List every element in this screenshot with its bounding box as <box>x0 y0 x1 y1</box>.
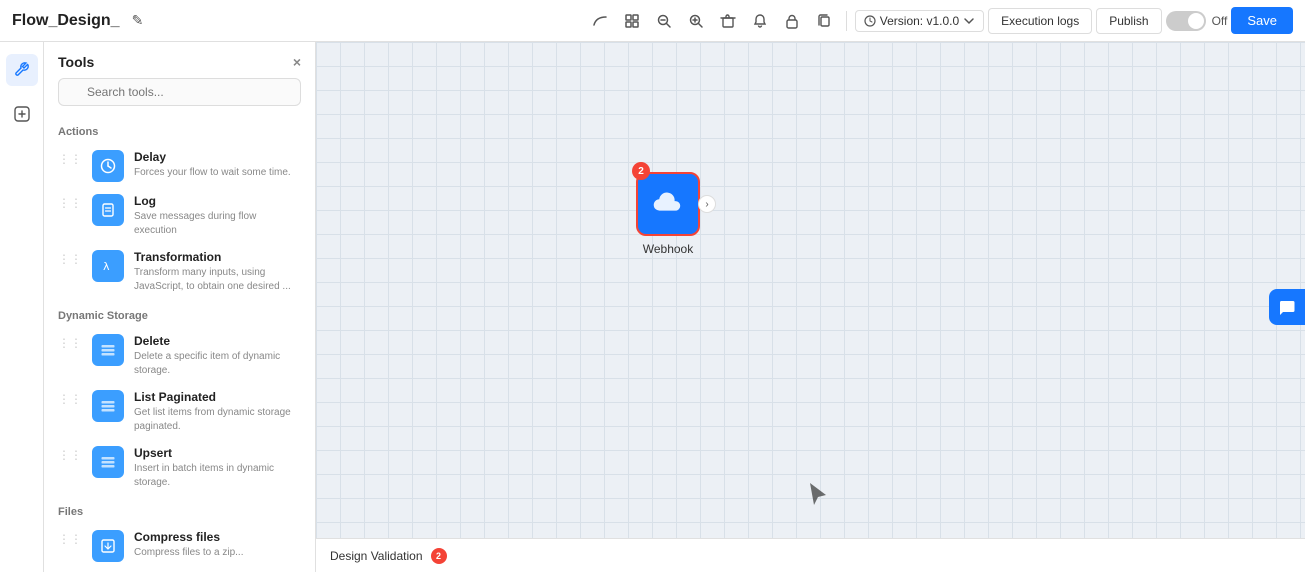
log-desc: Save messages during flow execution <box>134 210 301 238</box>
compress-files-info: Compress files Compress files to a zip..… <box>134 530 301 560</box>
page-title: Flow_Design_ <box>12 12 120 30</box>
toggle-container: Off <box>1166 11 1228 31</box>
list-item[interactable]: ⋮⋮ λ Transformation Transform many input… <box>44 244 315 300</box>
drag-handle-icon: ⋮⋮ <box>58 532 82 546</box>
compress-files-name: Compress files <box>134 530 301 544</box>
search-wrapper <box>58 78 301 106</box>
delete-button[interactable] <box>714 9 742 33</box>
webhook-error-badge: 2 <box>632 162 650 180</box>
tools-close-button[interactable]: × <box>293 54 301 70</box>
main-layout: Tools × Actions ⋮⋮ Delay Forces yo <box>0 42 1305 572</box>
webhook-cloud-icon <box>652 188 684 220</box>
drag-handle-icon: ⋮⋮ <box>58 336 82 350</box>
delay-icon <box>92 150 124 182</box>
upsert-name: Upsert <box>134 446 301 460</box>
bottom-bar: Design Validation 2 <box>316 538 1305 572</box>
webhook-card[interactable]: › <box>636 172 700 236</box>
list-paginated-info: List Paginated Get list items from dynam… <box>134 390 301 434</box>
flow-toggle[interactable] <box>1166 11 1206 31</box>
actions-section-title: Actions <box>44 116 315 144</box>
transformation-desc: Transform many inputs, using JavaScript,… <box>134 266 301 294</box>
list-item[interactable]: ⋮⋮ Log Save messages during flow executi… <box>44 188 315 244</box>
toggle-label: Off <box>1212 14 1228 28</box>
delete-info: Delete Delete a specific item of dynamic… <box>134 334 301 378</box>
tools-title: Tools <box>58 54 94 70</box>
version-selector[interactable]: Version: v1.0.0 <box>855 10 984 32</box>
list-item[interactable]: ⋮⋮ Compress files Compress files to a zi… <box>44 524 315 568</box>
transformation-info: Transformation Transform many inputs, us… <box>134 250 301 294</box>
curve-tool-button[interactable] <box>586 9 614 33</box>
list-item[interactable]: ⋮⋮ Upsert Insert in batch items in dynam… <box>44 440 315 496</box>
grid-tool-button[interactable] <box>618 9 646 33</box>
search-input[interactable] <box>58 78 301 106</box>
delay-desc: Forces your flow to wait some time. <box>134 166 301 180</box>
webhook-label: Webhook <box>643 242 693 256</box>
drag-handle-icon: ⋮⋮ <box>58 252 82 266</box>
upsert-icon <box>92 446 124 478</box>
svg-text:λ: λ <box>103 260 110 273</box>
version-label: Version: v1.0.0 <box>880 14 959 28</box>
delay-info: Delay Forces your flow to wait some time… <box>134 150 301 180</box>
add-sidebar-button[interactable] <box>6 98 38 130</box>
log-info: Log Save messages during flow execution <box>134 194 301 238</box>
list-paginated-icon <box>92 390 124 422</box>
zoom-out-button[interactable] <box>650 9 678 33</box>
tools-sidebar-button[interactable] <box>6 54 38 86</box>
toolbar: Version: v1.0.0 Execution logs Publish O… <box>586 7 1293 34</box>
drag-handle-icon: ⋮⋮ <box>58 196 82 210</box>
publish-button[interactable]: Publish <box>1096 8 1161 34</box>
canvas-area[interactable]: 2 › Webhook Design Validation 2 <box>316 42 1305 572</box>
design-validation-label: Design Validation <box>330 549 423 563</box>
files-section-title: Files <box>44 496 315 524</box>
left-sidebar <box>0 42 44 572</box>
drag-handle-icon: ⋮⋮ <box>58 152 82 166</box>
delete-desc: Delete a specific item of dynamic storag… <box>134 350 301 378</box>
list-item[interactable]: ⋮⋮ List Paginated Get list items from dy… <box>44 384 315 440</box>
bell-button[interactable] <box>746 9 774 33</box>
cursor-indicator <box>806 481 830 512</box>
upsert-desc: Insert in batch items in dynamic storage… <box>134 462 301 490</box>
compress-files-icon <box>92 530 124 562</box>
edit-title-icon[interactable]: ✎ <box>132 12 144 29</box>
tools-search-area <box>44 78 315 116</box>
list-paginated-desc: Get list items from dynamic storage pagi… <box>134 406 301 434</box>
save-button[interactable]: Save <box>1231 7 1293 34</box>
transformation-icon: λ <box>92 250 124 282</box>
dynamic-storage-section-title: Dynamic Storage <box>44 300 315 328</box>
zoom-in-button[interactable] <box>682 9 710 33</box>
list-item[interactable]: ⋮⋮ Delay Forces your flow to wait some t… <box>44 144 315 188</box>
log-icon <box>92 194 124 226</box>
lock-button[interactable] <box>778 9 806 33</box>
webhook-node[interactable]: 2 › Webhook <box>636 172 700 256</box>
tools-header: Tools × <box>44 42 315 78</box>
compress-files-desc: Compress files to a zip... <box>134 546 301 560</box>
webhook-arrow-button[interactable]: › <box>698 195 716 213</box>
drag-handle-icon: ⋮⋮ <box>58 448 82 462</box>
list-item[interactable]: ⋮⋮ Delete Delete a specific item of dyna… <box>44 328 315 384</box>
delete-name: Delete <box>134 334 301 348</box>
upsert-info: Upsert Insert in batch items in dynamic … <box>134 446 301 490</box>
copy-button[interactable] <box>810 9 838 33</box>
log-name: Log <box>134 194 301 208</box>
drag-handle-icon: ⋮⋮ <box>58 392 82 406</box>
delay-name: Delay <box>134 150 301 164</box>
execution-logs-button[interactable]: Execution logs <box>988 8 1092 34</box>
tools-content: Actions ⋮⋮ Delay Forces your flow to wai… <box>44 116 315 572</box>
chat-button[interactable] <box>1269 289 1305 325</box>
validation-error-badge: 2 <box>431 548 447 564</box>
header: Flow_Design_ ✎ Version: v1.0.0 <box>0 0 1305 42</box>
list-paginated-name: List Paginated <box>134 390 301 404</box>
toolbar-divider <box>846 11 847 31</box>
delete-tool-icon <box>92 334 124 366</box>
tools-panel: Tools × Actions ⋮⋮ Delay Forces yo <box>44 42 316 572</box>
transformation-name: Transformation <box>134 250 301 264</box>
